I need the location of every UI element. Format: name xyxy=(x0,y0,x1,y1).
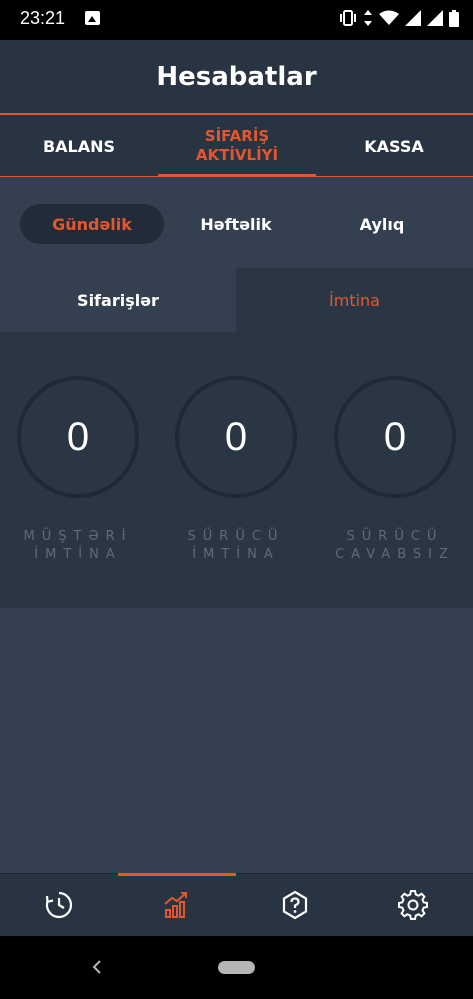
order-subtabs: Sifarişlər İmtina xyxy=(0,268,473,332)
period-selector: Gündəlik Həftəlik Aylıq xyxy=(0,190,473,258)
status-time: 23:21 xyxy=(20,8,66,28)
battery-icon xyxy=(449,9,459,27)
system-nav-bar xyxy=(0,936,473,999)
nav-settings[interactable] xyxy=(354,874,472,936)
period-daily-button[interactable]: Gündəlik xyxy=(20,204,164,244)
chart-icon xyxy=(164,892,187,918)
stat-value: 0 xyxy=(383,414,407,459)
data-arrows-icon xyxy=(364,10,372,26)
subtab-cancellations[interactable]: İmtina xyxy=(236,268,473,332)
stat-circle: 0 xyxy=(17,376,139,498)
nav-reports[interactable] xyxy=(118,873,236,936)
stat-label: SÜRÜCÜ CAVABSIZ xyxy=(335,529,455,562)
stat-circle: 0 xyxy=(175,376,297,498)
stat-driver-no-answer: 0 SÜRÜCÜ CAVABSIZ xyxy=(330,376,460,564)
subtab-orders[interactable]: Sifarişlər xyxy=(0,268,236,332)
page-title: Hesabatlar xyxy=(156,61,317,92)
stat-label: SÜRÜCÜ İMTİNA xyxy=(187,529,285,562)
status-bar: 23:21 xyxy=(0,0,473,40)
image-notification-icon xyxy=(85,11,100,25)
report-tabs: BALANS SİFARİŞ AKTİVLİYİ KASSA xyxy=(0,113,473,177)
tab-kassa[interactable]: KASSA xyxy=(315,115,473,177)
vibrate-icon xyxy=(340,10,356,26)
signal-icon xyxy=(405,10,421,26)
stat-driver-cancel: 0 SÜRÜCÜ İMTİNA xyxy=(171,376,301,564)
stat-value: 0 xyxy=(224,414,248,459)
back-icon[interactable] xyxy=(88,958,106,976)
help-icon xyxy=(282,890,308,920)
app-header: Hesabatlar xyxy=(0,40,473,113)
tab-label: KASSA xyxy=(364,136,424,156)
tab-label: SİFARİŞ AKTİVLİYİ xyxy=(195,127,279,164)
tab-balans[interactable]: BALANS xyxy=(0,115,158,177)
nav-history[interactable] xyxy=(0,874,118,936)
stat-value: 0 xyxy=(66,414,90,459)
stat-customer-cancel: 0 MÜŞTƏRİ İMTİNA xyxy=(13,376,143,564)
period-monthly-button[interactable]: Aylıq xyxy=(316,204,448,244)
period-weekly-button[interactable]: Həftəlik xyxy=(170,204,302,244)
status-icons xyxy=(339,9,459,27)
stat-circle: 0 xyxy=(334,376,456,498)
settings-icon xyxy=(398,890,428,920)
tab-label: BALANS xyxy=(42,136,116,156)
stat-label: MÜŞTƏRİ İMTİNA xyxy=(23,529,133,562)
tab-sifaris-aktivliyi[interactable]: SİFARİŞ AKTİVLİYİ xyxy=(158,115,316,177)
bottom-nav xyxy=(0,873,473,936)
nav-help[interactable] xyxy=(236,874,354,936)
signal-icon-2 xyxy=(427,10,443,26)
home-button[interactable] xyxy=(218,961,255,974)
wifi-icon xyxy=(379,10,399,25)
stats-panel: 0 MÜŞTƏRİ İMTİNA 0 SÜRÜCÜ İMTİNA 0 SÜRÜC… xyxy=(0,332,473,608)
history-icon xyxy=(45,891,73,919)
